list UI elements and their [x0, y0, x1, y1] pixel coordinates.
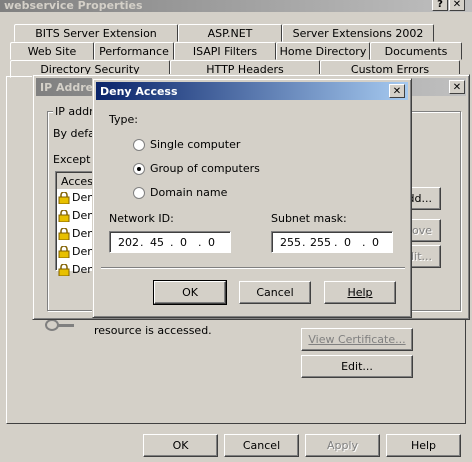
list-item[interactable]: Den	[58, 208, 95, 222]
ok-button[interactable]: OK	[143, 434, 218, 457]
single-computer-label[interactable]: Single computer	[150, 138, 240, 151]
subnet-mask-label: Subnet mask:	[271, 212, 347, 225]
tab-bits[interactable]: BITS Server Extension	[14, 24, 178, 42]
apply-button[interactable]: Apply	[305, 434, 380, 457]
properties-title-bar: webservice Properties	[0, 0, 472, 12]
network-octet-2[interactable]: 45	[150, 236, 170, 249]
subnet-octet-4[interactable]: 0	[372, 236, 390, 249]
help-title-button[interactable]: ?	[432, 0, 448, 11]
resource-text: resource is accessed.	[94, 324, 212, 337]
type-label: Type:	[109, 113, 138, 126]
list-item-label: Den	[72, 227, 95, 240]
lock-icon	[58, 244, 70, 258]
deny-cancel-button[interactable]: Cancel	[239, 281, 311, 304]
domain-name-radio[interactable]	[133, 187, 145, 199]
list-item[interactable]: Den	[58, 262, 95, 276]
list-item[interactable]: Den	[58, 226, 95, 240]
list-item[interactable]: Den	[58, 244, 95, 258]
network-id-label: Network ID:	[109, 212, 174, 225]
subnet-octet-1[interactable]: 255	[280, 236, 302, 249]
access-list[interactable]: Acces Den Den Den Den Den	[55, 171, 97, 276]
edit-button[interactable]: Edit...	[301, 355, 413, 378]
deny-close-button[interactable]: ✕	[389, 84, 405, 98]
lock-icon	[58, 226, 70, 240]
subnet-octet-2[interactable]: 255	[310, 236, 334, 249]
tab-server-ext[interactable]: Server Extensions 2002	[282, 24, 434, 42]
list-item-label: Den	[72, 191, 95, 204]
network-octet-4[interactable]: 0	[208, 236, 226, 249]
deny-access-dialog: Deny Access ✕ Type: Single computer Grou…	[92, 78, 412, 318]
single-computer-radio[interactable]	[133, 139, 145, 151]
domain-name-label[interactable]: Domain name	[150, 186, 227, 199]
tab-isapi[interactable]: ISAPI Filters	[174, 42, 276, 60]
view-certificate-button[interactable]: View Certificate...	[301, 328, 413, 351]
ip-dialog-close-button[interactable]: ✕	[449, 80, 465, 94]
close-title-button[interactable]: ✕	[449, 0, 465, 11]
tab-documents[interactable]: Documents	[370, 42, 462, 60]
deny-help-button[interactable]: Help	[324, 281, 396, 304]
subnet-octet-3[interactable]: 0	[344, 236, 362, 249]
tab-home-directory[interactable]: Home Directory	[276, 42, 370, 60]
except-label: Except	[53, 153, 91, 166]
list-item[interactable]: Den	[58, 190, 95, 204]
tab-website[interactable]: Web Site	[10, 42, 94, 60]
list-item-label: Den	[72, 209, 95, 222]
access-list-header[interactable]: Acces	[57, 173, 97, 189]
tab-performance[interactable]: Performance	[94, 42, 174, 60]
tab-aspnet[interactable]: ASP.NET	[178, 24, 282, 42]
default-text: By defa	[53, 127, 95, 140]
network-octet-1[interactable]: 202	[118, 236, 140, 249]
lock-icon	[58, 262, 70, 276]
deny-title-bar: Deny Access	[96, 82, 408, 100]
lock-icon	[58, 190, 70, 204]
lock-icon	[58, 208, 70, 222]
deny-separator	[101, 267, 405, 269]
list-item-label: Den	[72, 263, 95, 276]
subnet-mask-field[interactable]: 255. 255. 0. 0	[271, 231, 393, 253]
properties-title: webservice Properties	[4, 0, 143, 12]
cancel-button[interactable]: Cancel	[224, 434, 299, 457]
group-computers-radio[interactable]	[133, 163, 145, 175]
group-computers-label[interactable]: Group of computers	[150, 162, 260, 175]
list-item-label: Den	[72, 245, 95, 258]
network-octet-3[interactable]: 0	[180, 236, 198, 249]
help-button[interactable]: Help	[386, 434, 461, 457]
network-id-field[interactable]: 202. 45. 0. 0	[109, 231, 231, 253]
deny-ok-button[interactable]: OK	[153, 280, 227, 305]
